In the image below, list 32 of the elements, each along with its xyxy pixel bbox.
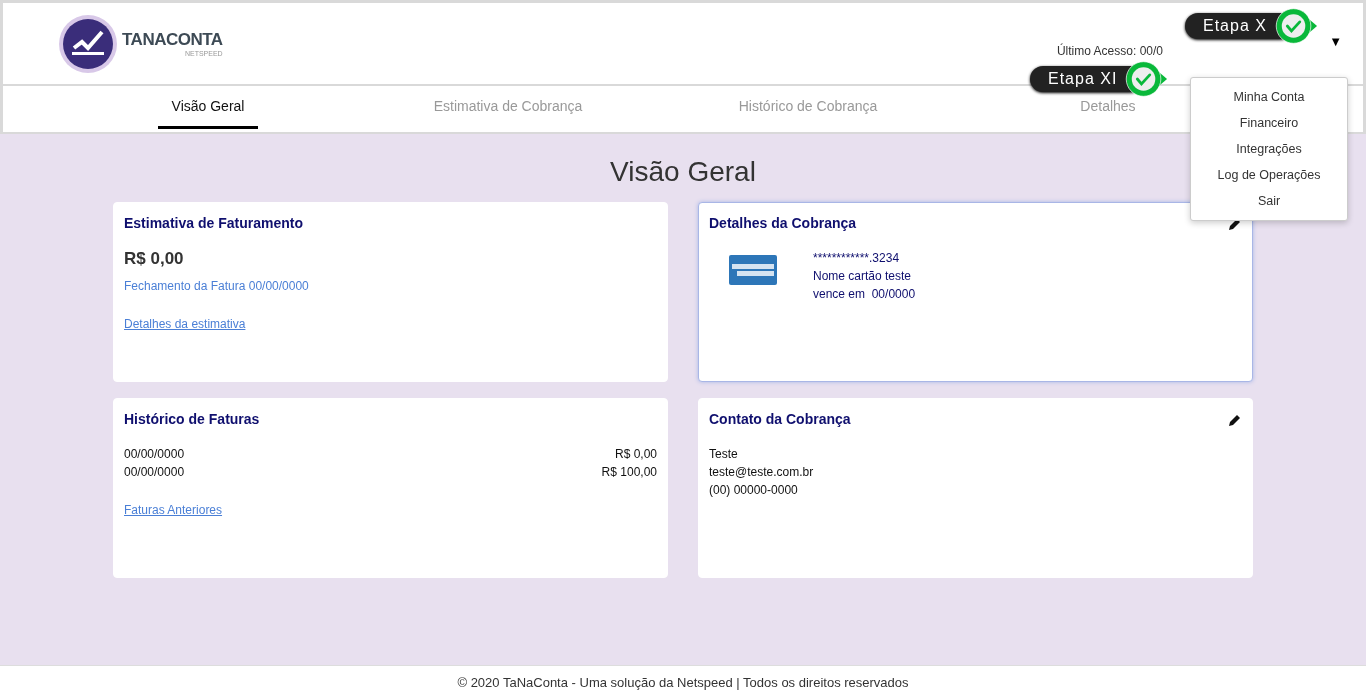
card-number: ************.3234 [813,250,901,267]
card-title: Estimativa de Faturamento [124,215,303,231]
contact-line: Teste [709,446,738,463]
edit-icon[interactable] [1228,413,1242,427]
card-holder-name: Nome cartão teste [813,268,913,285]
nav-tab[interactable]: Visão Geral [157,86,259,129]
invoice-closing-date: Fechamento da Fatura 00/00/0000 [124,279,310,293]
invoice-amount: R$ 100,00 [601,464,657,481]
logo-text: TANACONTA [122,30,223,50]
estimate-amount: R$ 0,00 [124,249,185,269]
logo-icon [58,13,118,74]
card-title: Detalhes da Cobrança [709,215,857,231]
invoice-amount: R$ 0,00 [614,446,657,463]
card-title: Histórico de Faturas [124,411,260,427]
footer-text: © 2020 TaNaConta - Uma solução da Netspeed | Todos os direitos reservados [0,665,1366,699]
credit-card-logo-icon [729,255,777,285]
previous-invoices-link[interactable]: Faturas Anteriores [124,503,223,517]
page-title: Visão Geral [610,156,756,188]
card-expiry: vence em 00/0000 [813,286,916,303]
contact-line: (00) 00000-0000 [709,482,798,499]
card-title: Contato da Cobrança [709,411,851,427]
estimate-details-link[interactable]: Detalhes da estimativa [124,317,246,331]
menu-item[interactable]: Minha Conta [1191,84,1347,110]
menu-item[interactable]: Log de Operações [1191,162,1347,188]
menu-item[interactable]: Integrações [1191,136,1347,162]
menu-caret[interactable]: ▼ [1329,34,1342,49]
contact-line: teste@teste.com.br [709,464,814,481]
invoice-date: 00/00/0000 [124,446,185,463]
menu-item[interactable]: Sair [1191,188,1347,214]
invoice-date: 00/00/0000 [124,464,185,481]
menu-item[interactable]: Financeiro [1191,110,1347,136]
last-access-text: Último Acesso: 00/0 [1056,43,1163,58]
